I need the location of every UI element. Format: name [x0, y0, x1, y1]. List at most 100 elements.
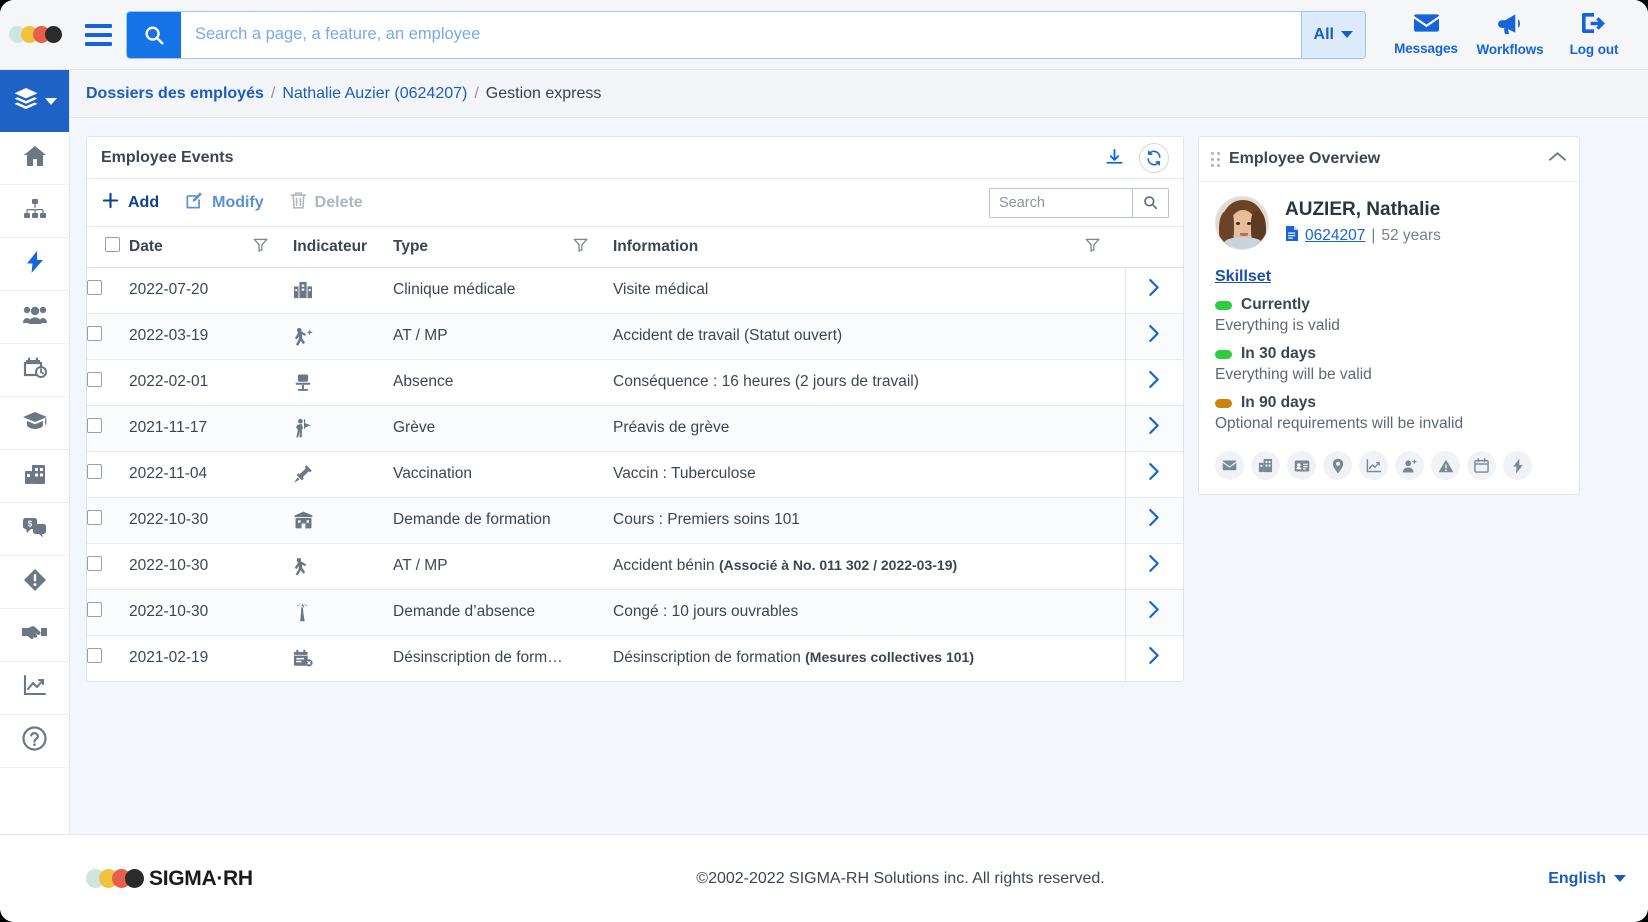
events-table: Date Indicateur — [87, 227, 1183, 681]
language-selector[interactable]: English — [1548, 870, 1626, 888]
events-search — [989, 188, 1169, 218]
header-type[interactable]: Type — [393, 227, 573, 267]
warning-triangle-icon[interactable] — [1431, 451, 1460, 480]
table-row[interactable]: 2022-10-30Demande d’absenceCongé : 10 jo… — [87, 589, 1183, 635]
row-checkbox[interactable] — [87, 326, 102, 341]
row-select-cell — [87, 635, 129, 681]
row-checkbox[interactable] — [87, 510, 102, 525]
cell-indicateur — [293, 543, 393, 589]
row-detail-arrow[interactable] — [1125, 589, 1183, 635]
chart-line-icon[interactable] — [1359, 451, 1388, 480]
cell-date-spacer — [253, 359, 293, 405]
cell-information: Désinscription de formation (Mesures col… — [613, 635, 1125, 681]
header-information[interactable]: Information — [613, 227, 1085, 267]
header-date[interactable]: Date — [129, 227, 253, 267]
messages-button[interactable]: Messages — [1384, 0, 1468, 70]
employee-id-link[interactable]: 0624207 — [1305, 227, 1365, 245]
table-row[interactable]: 2022-10-30Demande de formationCours : Pr… — [87, 497, 1183, 543]
delete-label: Delete — [315, 194, 363, 212]
envelope-icon[interactable] — [1215, 451, 1244, 480]
breadcrumb-employee[interactable]: Nathalie Auzier (0624207) — [282, 85, 467, 103]
calendar-icon[interactable] — [1467, 451, 1496, 480]
filter-icon — [1085, 239, 1100, 256]
meta-separator: | — [1371, 227, 1375, 245]
row-checkbox[interactable] — [87, 464, 102, 479]
menu-toggle-icon[interactable] — [70, 0, 126, 70]
table-row[interactable]: 2022-11-04VaccinationVaccin : Tuberculos… — [87, 451, 1183, 497]
skillset-status-item: CurrentlyEverything is valid — [1215, 296, 1563, 335]
table-row[interactable]: 2022-02-01AbsenceConséquence : 16 heures… — [87, 359, 1183, 405]
download-icon[interactable] — [1099, 143, 1129, 173]
skillset-status-list: CurrentlyEverything is valid In 30 days Ev… — [1215, 296, 1563, 433]
row-detail-arrow[interactable] — [1125, 543, 1183, 589]
table-row[interactable]: 2022-07-20Clinique médicaleVisite médica… — [87, 267, 1183, 313]
language-label: English — [1548, 870, 1606, 888]
breadcrumb-root[interactable]: Dossiers des employés — [86, 85, 264, 103]
employee-name: AUZIER, Nathalie — [1285, 199, 1441, 221]
filter-date[interactable] — [253, 227, 293, 267]
search-icon[interactable] — [127, 12, 181, 58]
traffic-dot-dark[interactable] — [45, 26, 62, 43]
status-description: Everything is valid — [1215, 317, 1563, 335]
table-row[interactable]: 2022-10-30AT / MPAccident bénin (Associé… — [87, 543, 1183, 589]
row-detail-arrow[interactable] — [1125, 313, 1183, 359]
row-checkbox[interactable] — [87, 418, 102, 433]
sidebar-item-training[interactable] — [0, 397, 69, 450]
sidebar-item-time-management[interactable] — [0, 344, 69, 397]
logout-button[interactable]: Log out — [1552, 0, 1636, 70]
row-checkbox[interactable] — [87, 648, 102, 663]
row-detail-arrow[interactable] — [1125, 451, 1183, 497]
location-pin-icon[interactable] — [1323, 451, 1352, 480]
refresh-icon[interactable] — [1139, 143, 1169, 173]
filter-type[interactable] — [573, 227, 613, 267]
row-detail-arrow[interactable] — [1125, 359, 1183, 405]
sidebar-item-payroll[interactable]: $ — [0, 503, 69, 556]
events-search-icon[interactable] — [1132, 189, 1168, 217]
filter-information[interactable] — [1085, 227, 1125, 267]
drag-handle-icon[interactable] — [1211, 152, 1220, 167]
sidebar-item-employees[interactable] — [0, 291, 69, 344]
id-card-icon[interactable] — [1287, 451, 1316, 480]
sidebar-item-company[interactable] — [0, 450, 69, 503]
sidebar-item-express-management[interactable] — [0, 238, 69, 291]
events-search-input[interactable] — [990, 189, 1132, 217]
building-icon[interactable] — [1251, 451, 1280, 480]
sidebar-item-labour-relations[interactable] — [0, 609, 69, 662]
row-checkbox[interactable] — [87, 280, 102, 295]
header-arrow — [1125, 227, 1183, 267]
search-input[interactable] — [181, 12, 1301, 58]
row-detail-arrow[interactable] — [1125, 497, 1183, 543]
row-checkbox[interactable] — [87, 372, 102, 387]
sidebar-item-health-safety[interactable] — [0, 556, 69, 609]
modify-button[interactable]: Modify — [185, 191, 264, 215]
table-row[interactable]: 2021-11-17GrèvePréavis de grève — [87, 405, 1183, 451]
workflows-button[interactable]: Workflows — [1468, 0, 1552, 70]
sidebar-item-home[interactable] — [0, 132, 69, 185]
search-scope-select[interactable]: All — [1301, 12, 1365, 58]
add-person-icon[interactable] — [1395, 451, 1424, 480]
table-row[interactable]: 2021-02-19Désinscription de form…Désinsc… — [87, 635, 1183, 681]
skillset-link[interactable]: Skillset — [1215, 268, 1271, 286]
table-row[interactable]: 2022-03-19AT / MPAccident de travail (St… — [87, 313, 1183, 359]
status-label: In 30 days — [1241, 345, 1316, 363]
cell-date-spacer — [253, 497, 293, 543]
select-all-checkbox[interactable] — [105, 237, 120, 252]
cell-type: Désinscription de form… — [393, 635, 613, 681]
header-indicateur[interactable]: Indicateur — [293, 227, 393, 267]
sidebar-item-organization[interactable] — [0, 185, 69, 238]
events-toolbar: Add Modify — [87, 179, 1183, 227]
sidebar-item-help[interactable] — [0, 715, 69, 768]
delete-button: Delete — [290, 191, 363, 215]
row-detail-arrow[interactable] — [1125, 635, 1183, 681]
row-checkbox[interactable] — [87, 556, 102, 571]
add-button[interactable]: Add — [101, 191, 159, 215]
sidebar-brand-layers[interactable] — [0, 70, 69, 132]
top-actions: Messages Workflows Log out — [1384, 0, 1648, 70]
row-detail-arrow[interactable] — [1125, 405, 1183, 451]
row-checkbox[interactable] — [87, 602, 102, 617]
row-detail-arrow[interactable] — [1125, 267, 1183, 313]
chevron-up-icon[interactable] — [1548, 150, 1567, 168]
graduation-cap-icon — [22, 410, 48, 436]
lightning-icon[interactable] — [1503, 451, 1532, 480]
sidebar-item-analytics[interactable] — [0, 662, 69, 715]
